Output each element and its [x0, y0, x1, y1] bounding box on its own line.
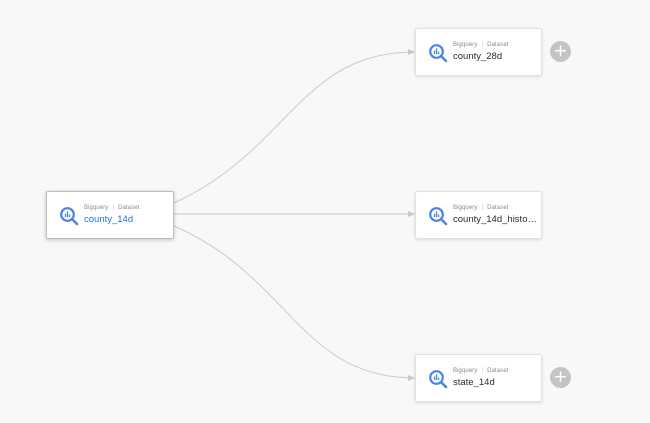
bigquery-icon — [429, 370, 448, 389]
node-county-14d-histo[interactable]: Bigquery | Dataset county_14d_histo… — [415, 191, 542, 239]
edge-to-state-14d — [173, 225, 416, 381]
edge-to-county-28d — [173, 49, 416, 204]
node-state-14d[interactable]: Bigquery | Dataset state_14d — [415, 354, 542, 402]
node-county-14d[interactable]: Bigquery | Dataset county_14d — [46, 191, 174, 239]
source-type-label: Bigquery — [453, 368, 478, 374]
kind-label: Dataset — [487, 42, 509, 48]
node-county-28d[interactable]: Bigquery | Dataset county_28d — [415, 28, 542, 76]
source-type-label: Bigquery — [453, 205, 478, 211]
node-meta: Bigquery | Dataset — [84, 205, 140, 211]
node-meta: Bigquery | Dataset — [453, 205, 509, 211]
node-name: state_14d — [453, 377, 495, 388]
node-meta: Bigquery | Dataset — [453, 368, 509, 374]
node-name: county_14d — [84, 214, 134, 225]
node-meta: Bigquery | Dataset — [453, 42, 509, 48]
expand-county-28d-button[interactable]: + — [550, 41, 571, 62]
bigquery-icon — [429, 44, 448, 63]
bigquery-icon — [60, 207, 79, 226]
kind-label: Dataset — [118, 205, 140, 211]
source-type-label: Bigquery — [453, 42, 478, 48]
expand-state-14d-button[interactable]: + — [550, 367, 571, 388]
source-type-label: Bigquery — [84, 205, 109, 211]
node-name: county_14d_histo… — [453, 214, 537, 225]
bigquery-icon — [429, 207, 448, 226]
kind-label: Dataset — [487, 205, 509, 211]
kind-label: Dataset — [487, 368, 509, 374]
node-name: county_28d — [453, 51, 503, 62]
lineage-canvas[interactable]: Bigquery | Dataset county_14d Bigquery | Dat… — [0, 0, 650, 423]
